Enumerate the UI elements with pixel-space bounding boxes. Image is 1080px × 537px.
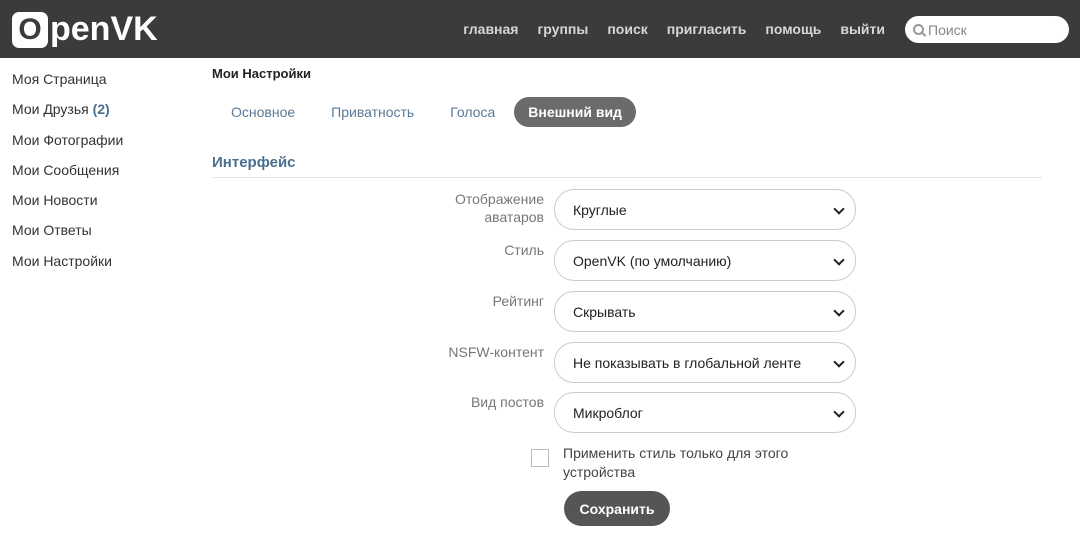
tab-appearance[interactable]: Внешний вид bbox=[514, 97, 636, 127]
sidebar-item-news[interactable]: Мои Новости bbox=[12, 192, 123, 222]
settings-tabs: Основное Приватность Голоса Внешний вид bbox=[214, 97, 638, 127]
nav-home[interactable]: главная bbox=[463, 21, 518, 37]
section-heading: Интерфейс bbox=[212, 154, 1042, 178]
sidebar-item-friends[interactable]: Мои Друзья (2) bbox=[12, 101, 123, 131]
field-label: Стиль bbox=[504, 242, 544, 258]
nav-groups[interactable]: группы bbox=[537, 21, 588, 37]
nav-search[interactable]: поиск bbox=[607, 21, 647, 37]
sidebar: Моя Страница Мои Друзья (2) Мои Фотограф… bbox=[12, 71, 123, 283]
field-label: Вид постов bbox=[470, 394, 544, 410]
nsfw-select[interactable]: Не показывать в глобальной ленте bbox=[554, 342, 856, 383]
sidebar-item-my-page[interactable]: Моя Страница bbox=[12, 71, 123, 101]
device-only-checkbox[interactable] bbox=[531, 449, 549, 467]
field-post-view: Вид постов Микроблог bbox=[420, 392, 866, 433]
nav-invite[interactable]: пригласить bbox=[667, 21, 747, 37]
style-select[interactable]: OpenVK (по умолчанию) bbox=[554, 240, 856, 281]
openvk-logo[interactable]: OpenVK bbox=[12, 10, 158, 49]
sidebar-item-label: Мои Друзья bbox=[12, 101, 93, 118]
sidebar-item-settings[interactable]: Мои Настройки bbox=[12, 253, 123, 283]
chevron-down-icon bbox=[831, 254, 847, 270]
field-avatars: Отображение аватаров Круглые bbox=[420, 189, 866, 230]
chevron-down-icon bbox=[831, 305, 847, 321]
select-value: Круглые bbox=[573, 201, 627, 218]
tab-general[interactable]: Основное bbox=[214, 97, 312, 127]
select-value: OpenVK (по умолчанию) bbox=[573, 252, 732, 269]
logo-letter: O bbox=[12, 11, 48, 48]
post-view-select[interactable]: Микроблог bbox=[554, 392, 856, 433]
friends-count: (2) bbox=[92, 101, 110, 118]
save-button[interactable]: Сохранить bbox=[564, 491, 670, 526]
nav-help[interactable]: помощь bbox=[765, 21, 821, 37]
sidebar-item-replies[interactable]: Мои Ответы bbox=[12, 222, 123, 252]
device-only-label[interactable]: Применить стиль только для этого устройс… bbox=[563, 444, 843, 482]
field-style: Стиль OpenVK (по умолчанию) bbox=[420, 240, 866, 281]
search-input[interactable]: Поиск bbox=[905, 16, 1069, 43]
sidebar-item-photos[interactable]: Мои Фотографии bbox=[12, 132, 123, 162]
tab-votes[interactable]: Голоса bbox=[433, 97, 512, 127]
avatar-style-select[interactable]: Круглые bbox=[554, 189, 856, 230]
field-rating: Рейтинг Скрывать bbox=[420, 291, 866, 332]
search-icon bbox=[913, 24, 924, 35]
field-label: Отображение аватаров bbox=[454, 191, 544, 225]
field-label: NSFW-контент bbox=[448, 344, 544, 360]
top-nav: главная группы поиск пригласить помощь в… bbox=[463, 21, 885, 37]
tab-privacy[interactable]: Приватность bbox=[314, 97, 431, 127]
nav-logout[interactable]: выйти bbox=[840, 21, 885, 37]
select-value: Скрывать bbox=[573, 303, 636, 320]
field-nsfw: NSFW-контент Не показывать в глобальной л… bbox=[420, 342, 866, 383]
chevron-down-icon bbox=[831, 406, 847, 422]
logo-text: penVK bbox=[50, 10, 158, 48]
top-header: OpenVK главная группы поиск пригласить п… bbox=[0, 0, 1080, 58]
field-label: Рейтинг bbox=[492, 293, 544, 309]
rating-select[interactable]: Скрывать bbox=[554, 291, 856, 332]
page-title: Мои Настройки bbox=[212, 66, 311, 81]
sidebar-item-messages[interactable]: Мои Сообщения bbox=[12, 162, 123, 192]
search-placeholder: Поиск bbox=[928, 21, 967, 38]
select-value: Микроблог bbox=[573, 404, 643, 421]
chevron-down-icon bbox=[831, 356, 847, 372]
chevron-down-icon bbox=[831, 203, 847, 219]
select-value: Не показывать в глобальной ленте bbox=[573, 354, 802, 371]
